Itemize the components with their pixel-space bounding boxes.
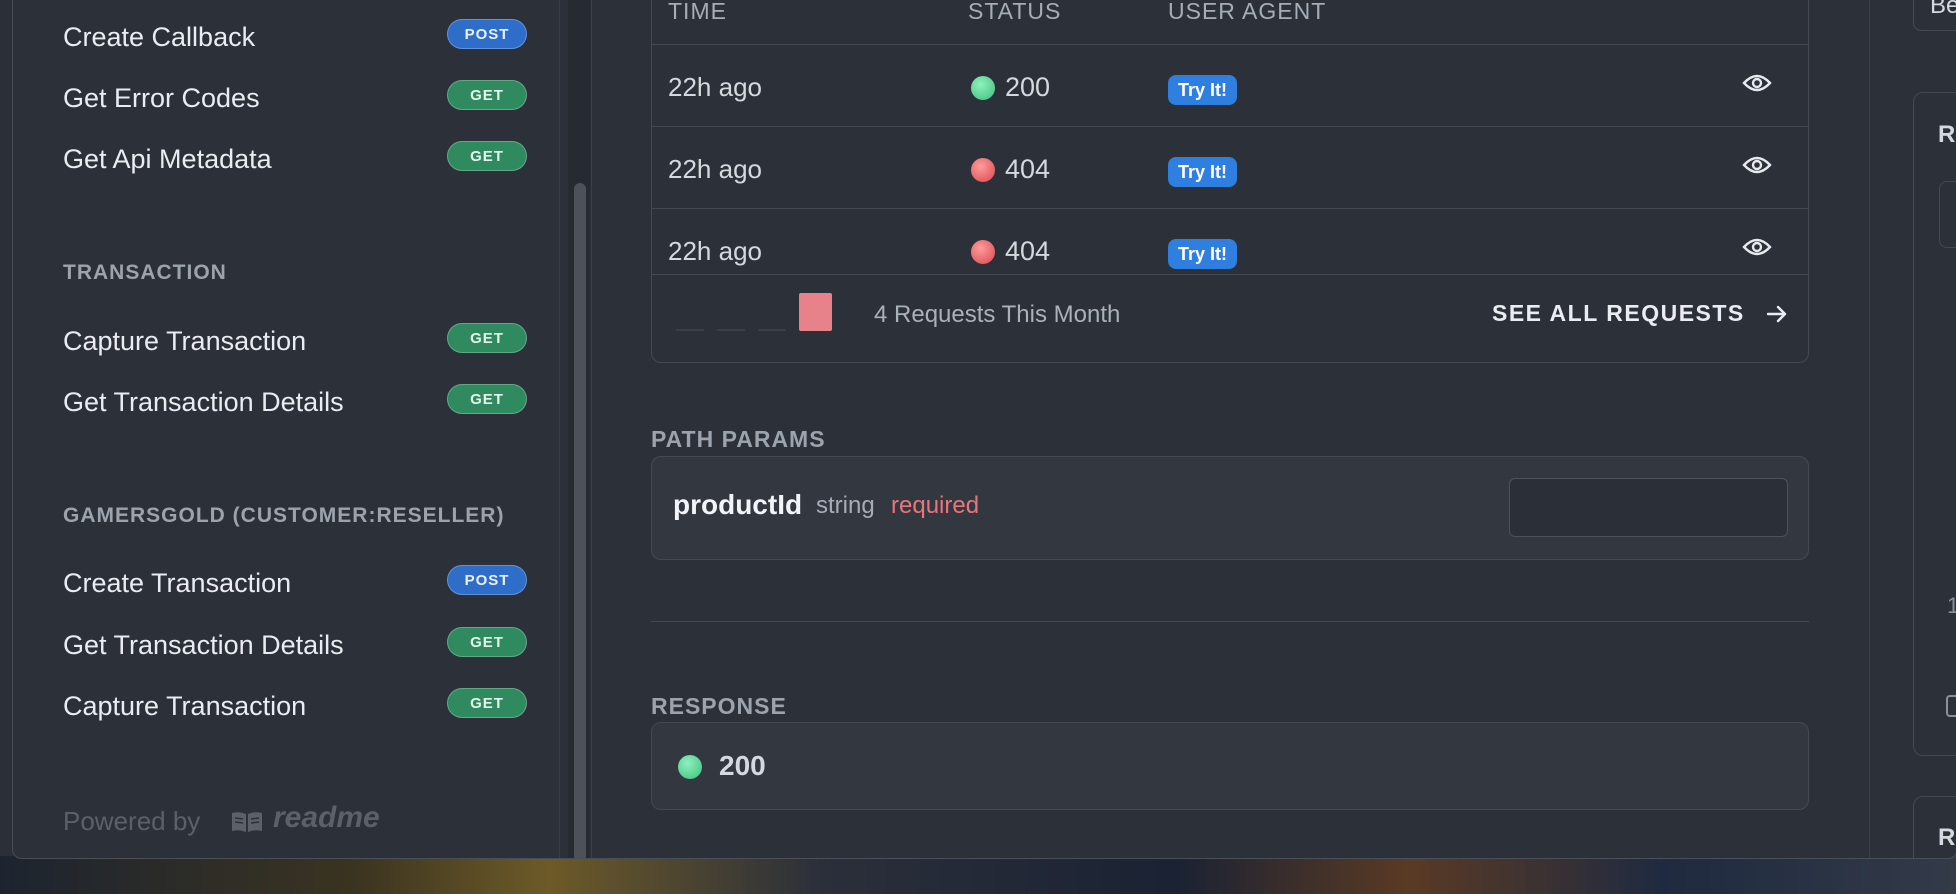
scrollbar-thumb[interactable] xyxy=(574,183,586,858)
eye-icon[interactable] xyxy=(1742,153,1772,177)
requests-count: 4 Requests This Month xyxy=(874,301,1121,328)
divider xyxy=(1869,0,1870,858)
readme-logo[interactable]: readme xyxy=(231,801,401,837)
sidebar-item-create-transaction[interactable]: Create Transaction POST xyxy=(63,562,527,602)
user-agent-badge: Try It! xyxy=(1168,75,1238,105)
request-time: 22h ago xyxy=(668,154,762,184)
user-agent-badge: Try It! xyxy=(1168,157,1238,187)
sparkline-bar xyxy=(758,329,786,331)
status-dot xyxy=(971,240,995,264)
right-panel-heading: R xyxy=(1938,121,1956,148)
request-time: 22h ago xyxy=(668,236,762,266)
sidebar: Create Callback POST Get Error Codes GET… xyxy=(13,0,559,858)
column-header-user-agent: USER AGENT xyxy=(1168,0,1327,24)
status-code: 200 xyxy=(1005,72,1051,102)
param-required: required xyxy=(891,492,980,519)
sidebar-item-label: Create Transaction xyxy=(63,568,292,598)
arrow-right-icon[interactable] xyxy=(1766,303,1788,325)
sidebar-item-label: Get Transaction Details xyxy=(63,387,344,417)
right-panel-input[interactable] xyxy=(1939,181,1956,248)
status-dot xyxy=(971,158,995,182)
right-panel-top-text: Be xyxy=(1930,0,1956,19)
readme-wordmark: readme xyxy=(273,801,380,834)
response-200-row[interactable]: 200 xyxy=(651,722,1809,810)
sidebar-item-label: Get Transaction Details xyxy=(63,630,344,660)
method-badge: POST xyxy=(447,565,527,595)
sidebar-item-label: Capture Transaction xyxy=(63,691,307,721)
right-panel-line-number: 1 xyxy=(1947,593,1956,619)
status-code: 404 xyxy=(1005,154,1051,184)
right-panel-heading: R xyxy=(1938,824,1956,851)
response-heading: RESPONSE xyxy=(651,693,787,719)
sidebar-item-capture-transaction-2[interactable]: Capture Transaction GET xyxy=(63,685,527,725)
sparkline-bar-active xyxy=(799,293,832,331)
method-badge: GET xyxy=(447,384,527,414)
user-agent-badge: Try It! xyxy=(1168,239,1238,269)
sidebar-scrollbar[interactable] xyxy=(568,0,590,858)
table-row[interactable]: 22h ago 404 Try It! xyxy=(652,126,1808,209)
request-time: 22h ago xyxy=(668,72,762,102)
requests-summary-row: 4 Requests This Month SEE ALL REQUESTS xyxy=(652,274,1808,363)
column-header-time: TIME xyxy=(668,0,727,24)
recent-requests-table: TIME STATUS USER AGENT 22h ago 200 Try I… xyxy=(651,0,1809,363)
sidebar-item-capture-transaction[interactable]: Capture Transaction GET xyxy=(63,320,527,360)
see-all-requests-link[interactable]: SEE ALL REQUESTS xyxy=(1492,300,1745,327)
book-icon xyxy=(232,812,262,832)
sidebar-item-get-api-metadata[interactable]: Get Api Metadata GET xyxy=(63,138,527,178)
sidebar-section-title: GAMERSGOLD (CUSTOMER:RESELLER) xyxy=(63,504,505,527)
desktop-wallpaper xyxy=(0,856,1956,894)
right-panel-top-card[interactable]: Be xyxy=(1913,0,1956,31)
response-code: 200 xyxy=(719,750,766,781)
eye-icon[interactable] xyxy=(1742,71,1772,95)
app-window: Create Callback POST Get Error Codes GET… xyxy=(12,0,1956,859)
status-dot xyxy=(678,755,702,779)
sidebar-item-label: Get Error Codes xyxy=(63,83,260,113)
status-dot xyxy=(971,76,995,100)
method-badge: GET xyxy=(447,141,527,171)
sidebar-item-get-transaction-details[interactable]: Get Transaction Details GET xyxy=(63,381,527,421)
path-params-heading: PATH PARAMS xyxy=(651,426,826,452)
divider xyxy=(591,0,592,858)
method-badge: POST xyxy=(447,19,527,49)
sidebar-item-label: Create Callback xyxy=(63,22,256,52)
copy-icon[interactable] xyxy=(1946,695,1956,717)
param-type: string xyxy=(816,492,875,519)
sparkline-bar xyxy=(676,329,704,331)
method-badge: GET xyxy=(447,323,527,353)
status-code: 404 xyxy=(1005,236,1051,266)
column-header-status: STATUS xyxy=(968,0,1062,24)
section-divider xyxy=(651,621,1809,622)
param-name: productId xyxy=(673,489,803,520)
sidebar-item-create-callback[interactable]: Create Callback POST xyxy=(63,16,527,56)
method-badge: GET xyxy=(447,80,527,110)
method-badge: GET xyxy=(447,688,527,718)
path-param-row: productId string required xyxy=(651,456,1809,560)
eye-icon[interactable] xyxy=(1742,235,1772,259)
table-row[interactable]: 22h ago 200 Try It! xyxy=(652,44,1808,127)
sidebar-item-get-transaction-details-2[interactable]: Get Transaction Details GET xyxy=(63,624,527,664)
sidebar-item-get-error-codes[interactable]: Get Error Codes GET xyxy=(63,77,527,117)
method-badge: GET xyxy=(447,627,527,657)
sidebar-section-title: TRANSACTION xyxy=(63,261,227,284)
sparkline-bar xyxy=(717,329,745,331)
sidebar-item-label: Capture Transaction xyxy=(63,326,307,356)
powered-by-text: Powered by xyxy=(63,806,201,836)
product-id-input[interactable] xyxy=(1509,478,1788,537)
sidebar-item-label: Get Api Metadata xyxy=(63,144,272,174)
sidebar-divider xyxy=(559,0,560,858)
